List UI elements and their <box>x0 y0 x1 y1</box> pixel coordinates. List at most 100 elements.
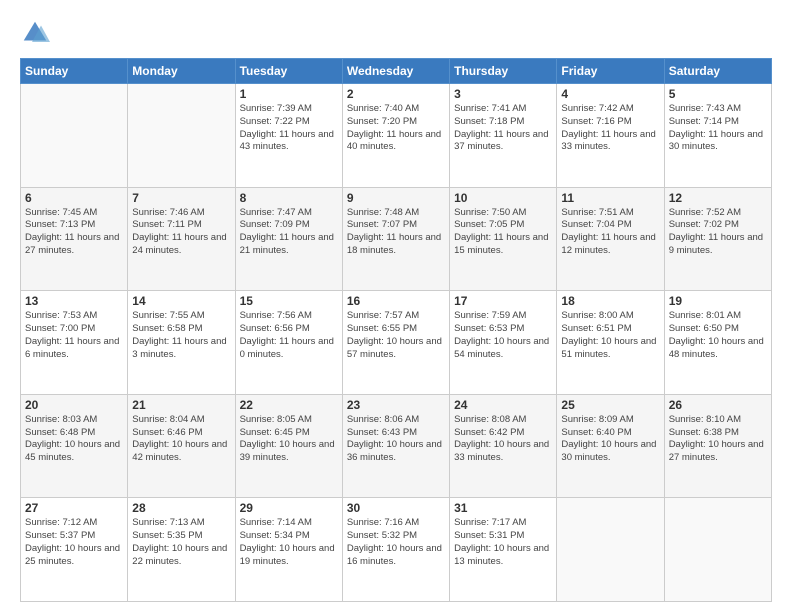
calendar-cell: 31 Sunrise: 7:17 AMSunset: 5:31 PMDayligh… <box>450 498 557 602</box>
calendar-cell: 24Sunrise: 8:08 AMSunset: 6:42 PMDayligh… <box>450 394 557 498</box>
day-number: 31 <box>454 501 552 515</box>
day-number: 16 <box>347 294 445 308</box>
calendar-cell: 23 Sunrise: 8:06 AMSunset: 6:43 PMDayligh… <box>342 394 449 498</box>
calendar-cell: 20 Sunrise: 8:03 AMSunset: 6:48 PMDayligh… <box>21 394 128 498</box>
calendar-cell: 9Sunrise: 7:48 AMSunset: 7:07 PMDaylight… <box>342 187 449 291</box>
day-info: Sunrise: 7:41 AMSunset: 7:18 PMDaylight:… <box>454 103 552 154</box>
calendar-cell: 18Sunrise: 8:00 AMSunset: 6:51 PMDayligh… <box>557 291 664 395</box>
calendar-cell: 13 Sunrise: 7:53 AMSunset: 7:00 PMDayligh… <box>21 291 128 395</box>
day-number: 24 <box>454 398 552 412</box>
weekday-header-monday: Monday <box>128 59 235 84</box>
day-number: 8 <box>240 191 338 205</box>
day-info: Sunrise: 7:52 AMSunset: 7:02 PMDaylight:… <box>669 207 767 258</box>
day-info: Sunrise: 7:13 AMSunset: 5:35 PMDaylight:… <box>132 517 230 568</box>
calendar-cell: 17 Sunrise: 7:59 AMSunset: 6:53 PMDayligh… <box>450 291 557 395</box>
calendar-cell: 5 Sunrise: 7:43 AMSunset: 7:14 PMDaylight… <box>664 84 771 188</box>
day-info: Sunrise: 7:43 AMSunset: 7:14 PMDaylight:… <box>669 103 767 154</box>
day-info: Sunrise: 8:09 AMSunset: 6:40 PMDaylight:… <box>561 414 659 465</box>
header <box>20 18 772 48</box>
day-number: 6 <box>25 191 123 205</box>
weekday-header-saturday: Saturday <box>664 59 771 84</box>
day-info: Sunrise: 7:16 AMSunset: 5:32 PMDaylight:… <box>347 517 445 568</box>
logo-icon <box>20 18 50 48</box>
calendar-cell: 22Sunrise: 8:05 AMSunset: 6:45 PMDayligh… <box>235 394 342 498</box>
weekday-header-wednesday: Wednesday <box>342 59 449 84</box>
calendar-cell: 16 Sunrise: 7:57 AMSunset: 6:55 PMDayligh… <box>342 291 449 395</box>
day-number: 11 <box>561 191 659 205</box>
day-info: Sunrise: 8:05 AMSunset: 6:45 PMDaylight:… <box>240 414 338 465</box>
calendar-cell <box>557 498 664 602</box>
day-number: 13 <box>25 294 123 308</box>
calendar-body: 1 Sunrise: 7:39 AMSunset: 7:22 PMDaylight… <box>21 84 772 602</box>
day-number: 20 <box>25 398 123 412</box>
day-number: 26 <box>669 398 767 412</box>
day-info: Sunrise: 7:53 AMSunset: 7:00 PMDaylight:… <box>25 310 123 361</box>
day-info: Sunrise: 8:06 AMSunset: 6:43 PMDaylight:… <box>347 414 445 465</box>
day-info: Sunrise: 7:57 AMSunset: 6:55 PMDaylight:… <box>347 310 445 361</box>
day-number: 12 <box>669 191 767 205</box>
day-info: Sunrise: 7:45 AMSunset: 7:13 PMDaylight:… <box>25 207 123 258</box>
calendar-cell <box>21 84 128 188</box>
day-info: Sunrise: 7:39 AMSunset: 7:22 PMDaylight:… <box>240 103 338 154</box>
day-info: Sunrise: 7:55 AMSunset: 6:58 PMDaylight:… <box>132 310 230 361</box>
day-number: 28 <box>132 501 230 515</box>
day-number: 21 <box>132 398 230 412</box>
weekday-header-thursday: Thursday <box>450 59 557 84</box>
day-info: Sunrise: 7:42 AMSunset: 7:16 PMDaylight:… <box>561 103 659 154</box>
calendar-cell: 14 Sunrise: 7:55 AMSunset: 6:58 PMDayligh… <box>128 291 235 395</box>
logo <box>20 18 54 48</box>
day-info: Sunrise: 7:14 AMSunset: 5:34 PMDaylight:… <box>240 517 338 568</box>
day-number: 23 <box>347 398 445 412</box>
day-info: Sunrise: 7:59 AMSunset: 6:53 PMDaylight:… <box>454 310 552 361</box>
day-info: Sunrise: 7:40 AMSunset: 7:20 PMDaylight:… <box>347 103 445 154</box>
week-row: 1 Sunrise: 7:39 AMSunset: 7:22 PMDaylight… <box>21 84 772 188</box>
calendar-cell: 30 Sunrise: 7:16 AMSunset: 5:32 PMDayligh… <box>342 498 449 602</box>
day-info: Sunrise: 7:47 AMSunset: 7:09 PMDaylight:… <box>240 207 338 258</box>
day-number: 29 <box>240 501 338 515</box>
calendar: SundayMondayTuesdayWednesdayThursdayFrid… <box>20 58 772 602</box>
day-number: 3 <box>454 87 552 101</box>
day-info: Sunrise: 7:51 AMSunset: 7:04 PMDaylight:… <box>561 207 659 258</box>
day-info: Sunrise: 8:00 AMSunset: 6:51 PMDaylight:… <box>561 310 659 361</box>
day-number: 1 <box>240 87 338 101</box>
day-info: Sunrise: 8:01 AMSunset: 6:50 PMDaylight:… <box>669 310 767 361</box>
calendar-cell: 28 Sunrise: 7:13 AMSunset: 5:35 PMDayligh… <box>128 498 235 602</box>
calendar-cell: 25 Sunrise: 8:09 AMSunset: 6:40 PMDayligh… <box>557 394 664 498</box>
day-number: 14 <box>132 294 230 308</box>
day-info: Sunrise: 7:12 AMSunset: 5:37 PMDaylight:… <box>25 517 123 568</box>
day-number: 5 <box>669 87 767 101</box>
day-info: Sunrise: 7:50 AMSunset: 7:05 PMDaylight:… <box>454 207 552 258</box>
calendar-cell: 21Sunrise: 8:04 AMSunset: 6:46 PMDayligh… <box>128 394 235 498</box>
day-number: 15 <box>240 294 338 308</box>
calendar-cell: 8 Sunrise: 7:47 AMSunset: 7:09 PMDaylight… <box>235 187 342 291</box>
day-number: 25 <box>561 398 659 412</box>
weekday-header-friday: Friday <box>557 59 664 84</box>
day-number: 19 <box>669 294 767 308</box>
calendar-cell: 2Sunrise: 7:40 AMSunset: 7:20 PMDaylight… <box>342 84 449 188</box>
day-info: Sunrise: 8:03 AMSunset: 6:48 PMDaylight:… <box>25 414 123 465</box>
week-row: 27 Sunrise: 7:12 AMSunset: 5:37 PMDayligh… <box>21 498 772 602</box>
day-number: 30 <box>347 501 445 515</box>
page: SundayMondayTuesdayWednesdayThursdayFrid… <box>0 0 792 612</box>
day-number: 7 <box>132 191 230 205</box>
calendar-cell: 26 Sunrise: 8:10 AMSunset: 6:38 PMDayligh… <box>664 394 771 498</box>
calendar-cell: 27 Sunrise: 7:12 AMSunset: 5:37 PMDayligh… <box>21 498 128 602</box>
day-info: Sunrise: 8:10 AMSunset: 6:38 PMDaylight:… <box>669 414 767 465</box>
day-info: Sunrise: 7:48 AMSunset: 7:07 PMDaylight:… <box>347 207 445 258</box>
calendar-header: SundayMondayTuesdayWednesdayThursdayFrid… <box>21 59 772 84</box>
week-row: 20 Sunrise: 8:03 AMSunset: 6:48 PMDayligh… <box>21 394 772 498</box>
week-row: 6 Sunrise: 7:45 AMSunset: 7:13 PMDaylight… <box>21 187 772 291</box>
calendar-cell: 19 Sunrise: 8:01 AMSunset: 6:50 PMDayligh… <box>664 291 771 395</box>
day-number: 17 <box>454 294 552 308</box>
day-info: Sunrise: 7:46 AMSunset: 7:11 PMDaylight:… <box>132 207 230 258</box>
calendar-cell: 29 Sunrise: 7:14 AMSunset: 5:34 PMDayligh… <box>235 498 342 602</box>
calendar-cell <box>128 84 235 188</box>
calendar-cell: 11 Sunrise: 7:51 AMSunset: 7:04 PMDayligh… <box>557 187 664 291</box>
day-number: 10 <box>454 191 552 205</box>
weekday-row: SundayMondayTuesdayWednesdayThursdayFrid… <box>21 59 772 84</box>
calendar-cell: 7 Sunrise: 7:46 AMSunset: 7:11 PMDaylight… <box>128 187 235 291</box>
calendar-cell: 6 Sunrise: 7:45 AMSunset: 7:13 PMDaylight… <box>21 187 128 291</box>
day-number: 27 <box>25 501 123 515</box>
day-info: Sunrise: 7:17 AMSunset: 5:31 PMDaylight:… <box>454 517 552 568</box>
calendar-cell: 4Sunrise: 7:42 AMSunset: 7:16 PMDaylight… <box>557 84 664 188</box>
